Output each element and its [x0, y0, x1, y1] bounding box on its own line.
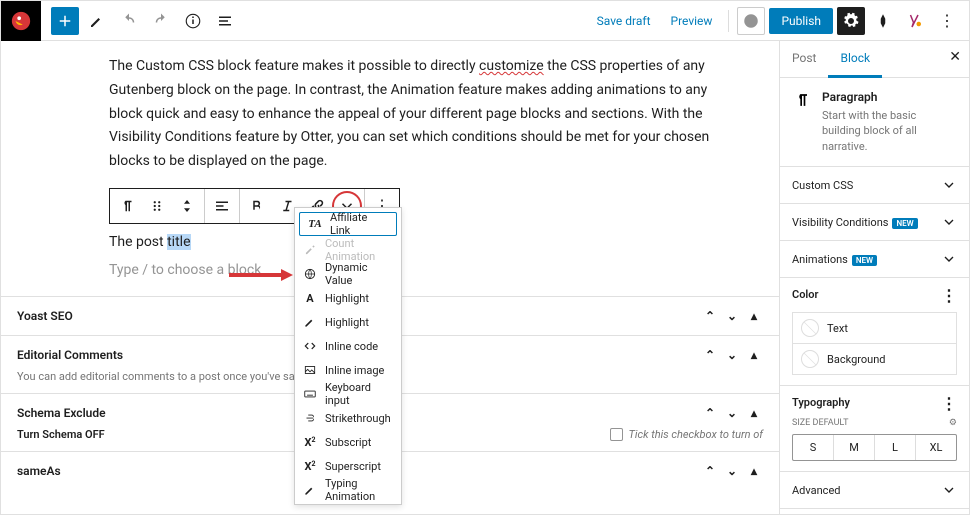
dropdown-item-highlight[interactable]: Highlight	[295, 310, 401, 334]
tab-block[interactable]: Block	[828, 41, 882, 78]
paragraph-block[interactable]: The Custom CSS block feature makes it po…	[109, 55, 739, 174]
color-heading: Color	[792, 288, 818, 304]
selected-text: title	[167, 234, 190, 250]
panel-move-down[interactable]: ⌄	[723, 307, 741, 325]
align-button[interactable]	[207, 189, 237, 223]
dropdown-item-inline-image[interactable]: Inline image	[295, 358, 401, 382]
rich-text-dropdown: TAAffiliate LinkCount AnimationDynamic V…	[294, 207, 402, 505]
paragraph-icon	[792, 90, 812, 154]
panel-toggle[interactable]: ▴	[745, 346, 763, 364]
panel-toggle[interactable]: ▴	[745, 404, 763, 422]
publish-button[interactable]: Publish	[769, 8, 833, 34]
spellcheck-word: customize	[479, 58, 544, 74]
panel-move-up[interactable]: ⌃	[701, 404, 719, 422]
redo-button[interactable]	[147, 7, 175, 35]
block-header: Paragraph Start with the basic building …	[780, 78, 969, 167]
annotation-arrow	[229, 267, 293, 283]
panel-move-up[interactable]: ⌃	[701, 462, 719, 480]
chevron-down-icon	[941, 482, 957, 498]
size-l[interactable]: L	[874, 435, 915, 460]
background-color-row[interactable]: Background	[792, 344, 957, 375]
turn-schema-off-label: Turn Schema OFF	[17, 428, 105, 441]
typography-section: Typography ⋮ SIZE DEFAULT ⚙ S M L XL	[780, 386, 969, 472]
typography-options-button[interactable]: ⋮	[941, 396, 957, 412]
chevron-down-icon	[941, 214, 957, 230]
panel-move-down[interactable]: ⌄	[723, 346, 741, 364]
dropdown-item-count-animation[interactable]: Count Animation	[295, 238, 401, 262]
color-options-button[interactable]: ⋮	[941, 288, 957, 304]
visibility-conditions-row[interactable]: Visibility ConditionsNEW	[780, 204, 969, 241]
chevron-down-icon	[941, 251, 957, 267]
drag-handle-icon[interactable]	[142, 189, 172, 223]
panel-toggle[interactable]: ▴	[745, 307, 763, 325]
dropdown-item-dynamic-value[interactable]: Dynamic Value	[295, 262, 401, 286]
panel-toggle[interactable]: ▴	[745, 462, 763, 480]
panel-title: sameAs	[17, 464, 61, 478]
turn-schema-off-checkbox[interactable]	[610, 428, 623, 441]
advanced-row[interactable]: Advanced	[780, 472, 969, 509]
block-name: Paragraph	[822, 90, 957, 104]
color-swatch	[801, 350, 819, 368]
plugin-a-button[interactable]	[869, 7, 897, 35]
dropdown-item-subscript[interactable]: X2Subscript	[295, 430, 401, 454]
add-block-button[interactable]	[51, 7, 79, 35]
dropdown-item-strikethrough[interactable]: Strikethrough	[295, 406, 401, 430]
jetpack-button[interactable]	[737, 7, 765, 35]
checkbox-description: Tick this checkbox to turn of	[629, 428, 763, 441]
panel-title: Editorial Comments	[17, 348, 123, 362]
topbar: Save draft Preview Publish ⋮	[1, 1, 969, 41]
preview-button[interactable]: Preview	[663, 14, 721, 28]
size-xl[interactable]: XL	[915, 435, 956, 460]
block-description: Start with the basic building block of a…	[822, 108, 957, 154]
panel-move-up[interactable]: ⌃	[701, 346, 719, 364]
tab-post[interactable]: Post	[780, 41, 828, 77]
undo-button[interactable]	[115, 7, 143, 35]
paragraph-icon[interactable]	[112, 189, 142, 223]
panel-move-down[interactable]: ⌄	[723, 462, 741, 480]
dropdown-item-typing-animation[interactable]: Typing Animation	[295, 478, 401, 502]
yoast-button[interactable]	[901, 7, 929, 35]
animations-row[interactable]: AnimationsNEW	[780, 241, 969, 278]
settings-sidebar: Post Block ✕ Paragraph Start with the ba…	[779, 41, 969, 514]
text-color-row[interactable]: Text	[792, 312, 957, 344]
color-section: Color ⋮ Text Background	[780, 278, 969, 386]
custom-css-row[interactable]: Custom CSS	[780, 167, 969, 204]
site-logo[interactable]	[1, 1, 41, 41]
dropdown-item-affiliate-link[interactable]: TAAffiliate Link	[299, 212, 397, 236]
typography-heading: Typography	[792, 396, 850, 412]
more-options-button[interactable]: ⋮	[933, 7, 961, 35]
dropdown-item-superscript[interactable]: X2Superscript	[295, 454, 401, 478]
settings-button[interactable]	[837, 7, 865, 35]
chevron-down-icon	[941, 177, 957, 193]
edit-mode-button[interactable]	[83, 7, 111, 35]
bold-button[interactable]	[242, 189, 272, 223]
size-m[interactable]: M	[833, 435, 874, 460]
info-button[interactable]	[179, 7, 207, 35]
dropdown-item-inline-code[interactable]: Inline code	[295, 334, 401, 358]
close-sidebar-button[interactable]: ✕	[949, 49, 961, 65]
size-slider-icon[interactable]: ⚙	[949, 418, 957, 428]
size-segmented: S M L XL	[792, 434, 957, 461]
panel-title: Yoast SEO	[17, 309, 73, 323]
sidebar-tabs: Post Block ✕	[780, 41, 969, 78]
dropdown-item-highlight[interactable]: AHighlight	[295, 286, 401, 310]
list-view-button[interactable]	[211, 7, 239, 35]
panel-move-down[interactable]: ⌄	[723, 404, 741, 422]
size-s[interactable]: S	[793, 435, 833, 460]
move-updown-icon[interactable]	[172, 189, 202, 223]
panel-title: Schema Exclude	[17, 406, 106, 420]
color-swatch	[801, 319, 819, 337]
block-appender[interactable]: Type / to choose a block	[109, 262, 739, 278]
paragraph-block-selected[interactable]: The post title	[109, 234, 739, 250]
panel-move-up[interactable]: ⌃	[701, 307, 719, 325]
save-draft-button[interactable]: Save draft	[589, 14, 659, 28]
dropdown-item-keyboard-input[interactable]: Keyboard input	[295, 382, 401, 406]
